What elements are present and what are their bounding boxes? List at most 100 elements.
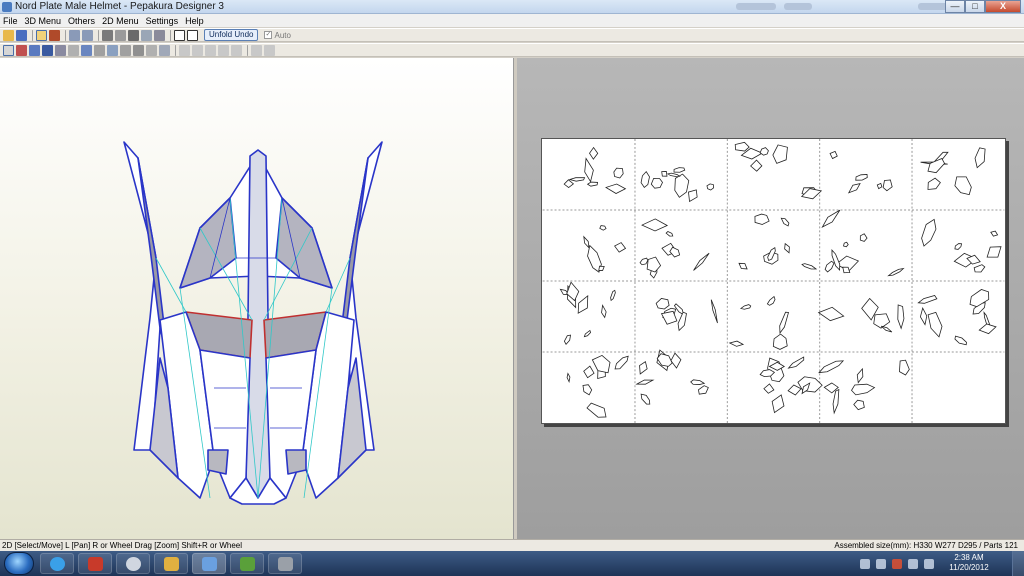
window-a-icon[interactable] [174, 29, 185, 41]
unfolded-part[interactable] [666, 172, 681, 178]
unfolded-part[interactable] [859, 233, 868, 242]
unfolded-part[interactable] [801, 263, 818, 271]
help-icon[interactable] [860, 558, 870, 569]
unfolded-part[interactable] [787, 356, 805, 371]
close-button[interactable]: X [985, 0, 1021, 13]
unfolded-part[interactable] [983, 242, 1004, 263]
window-b-icon[interactable] [187, 29, 198, 41]
unfolded-part[interactable] [739, 304, 752, 310]
unfolded-part[interactable] [710, 299, 719, 324]
unfolded-part[interactable] [817, 306, 845, 323]
unfolded-part[interactable] [951, 172, 975, 198]
align-top-icon[interactable] [218, 44, 229, 56]
unfolded-part[interactable] [568, 177, 586, 182]
reset-view-icon[interactable] [264, 44, 275, 56]
rotate-left-icon[interactable] [69, 29, 80, 41]
unfolded-part[interactable] [600, 304, 607, 319]
tray-app-icon[interactable] [892, 558, 902, 569]
helmet-model[interactable] [0, 58, 514, 539]
unfolded-part[interactable] [842, 241, 849, 248]
taskbar-folder[interactable] [154, 553, 188, 574]
unfolded-part[interactable] [610, 289, 616, 302]
unfolded-part[interactable] [832, 388, 840, 415]
unfolded-part[interactable] [613, 354, 630, 371]
unfolded-part[interactable] [855, 367, 865, 384]
save-icon[interactable] [16, 29, 27, 41]
unfolded-part[interactable] [673, 173, 690, 198]
layout-icon[interactable] [133, 44, 144, 56]
edit-icon[interactable] [102, 29, 113, 41]
rotate-icon[interactable] [55, 44, 66, 56]
unfolded-part[interactable] [824, 260, 835, 273]
align-center-icon[interactable] [192, 44, 203, 56]
unfolded-part[interactable] [853, 399, 866, 411]
unfolded-part[interactable] [673, 167, 686, 173]
view-3d-icon[interactable] [36, 29, 47, 41]
minimize-button[interactable]: — [945, 0, 965, 13]
unfolded-part[interactable] [563, 179, 575, 189]
unfolded-part[interactable] [973, 147, 988, 169]
volume-icon[interactable] [924, 558, 934, 569]
unfolded-part[interactable] [771, 332, 791, 352]
open-icon[interactable] [3, 29, 14, 41]
unfolded-part[interactable] [574, 294, 592, 316]
unfolded-part[interactable] [692, 252, 710, 272]
unfolded-part[interactable] [769, 393, 788, 415]
unfolded-part[interactable] [589, 146, 599, 160]
unfolded-part[interactable] [728, 340, 745, 347]
unfolded-part[interactable] [783, 242, 792, 254]
show-hidden-icon[interactable] [876, 558, 886, 569]
texture-icon[interactable] [49, 29, 60, 41]
unfolded-part[interactable] [612, 166, 625, 179]
auto-checkbox[interactable]: ✓ Auto [264, 31, 291, 40]
unfolded-part[interactable] [954, 242, 963, 251]
viewport-2d[interactable] [517, 58, 1024, 539]
align-left-icon[interactable] [179, 44, 190, 56]
unfolded-part[interactable] [917, 295, 938, 305]
menu-file[interactable]: File [3, 16, 18, 26]
print-icon[interactable] [159, 44, 170, 56]
unfolded-part[interactable] [670, 352, 682, 369]
unfolded-part[interactable] [973, 263, 986, 274]
viewport-3d[interactable] [0, 58, 514, 539]
unfolded-part[interactable] [690, 379, 706, 386]
menu-3d[interactable]: 3D Menu [25, 16, 62, 26]
unfolded-part[interactable] [876, 182, 883, 190]
unfolded-part[interactable] [847, 181, 862, 195]
network-icon[interactable] [908, 558, 918, 569]
taskbar-app-red[interactable] [78, 553, 112, 574]
unfolded-part[interactable] [566, 372, 571, 384]
unfolded-part[interactable] [778, 311, 790, 335]
unfolded-part[interactable] [953, 335, 968, 346]
unfolded-part[interactable] [605, 183, 627, 194]
taskbar-pepakura[interactable] [192, 553, 226, 574]
taskbar-device[interactable] [268, 553, 302, 574]
unfolded-part[interactable] [665, 230, 674, 238]
flap-icon[interactable] [68, 44, 79, 56]
start-button[interactable] [4, 552, 34, 575]
unfolded-part[interactable] [780, 217, 790, 227]
unfolded-part[interactable] [706, 183, 715, 191]
unfolded-part[interactable] [919, 217, 939, 247]
move-icon[interactable] [29, 44, 40, 56]
unfolded-part[interactable] [655, 297, 670, 311]
unfold-undo-button[interactable]: Unfold Undo [204, 29, 259, 41]
unfolded-part[interactable] [766, 295, 777, 307]
unfolded-part[interactable] [581, 383, 593, 396]
taskbar-green[interactable] [230, 553, 264, 574]
unfolded-part[interactable] [978, 322, 997, 335]
unfolded-part[interactable] [649, 176, 664, 191]
select-icon[interactable] [3, 44, 14, 56]
unfolded-part[interactable] [887, 267, 905, 277]
show-desktop-button[interactable] [1012, 551, 1024, 576]
menu-settings[interactable]: Settings [146, 16, 179, 26]
unfolded-part[interactable] [925, 177, 942, 192]
copy-icon[interactable] [141, 29, 152, 41]
menu-help[interactable]: Help [185, 16, 204, 26]
paper-layout[interactable] [541, 138, 1006, 424]
unfolded-part[interactable] [586, 181, 599, 187]
join-icon[interactable] [128, 29, 139, 41]
unfolded-part[interactable] [599, 225, 607, 231]
unfold-icon[interactable] [16, 44, 27, 56]
page-icon[interactable] [107, 44, 118, 56]
